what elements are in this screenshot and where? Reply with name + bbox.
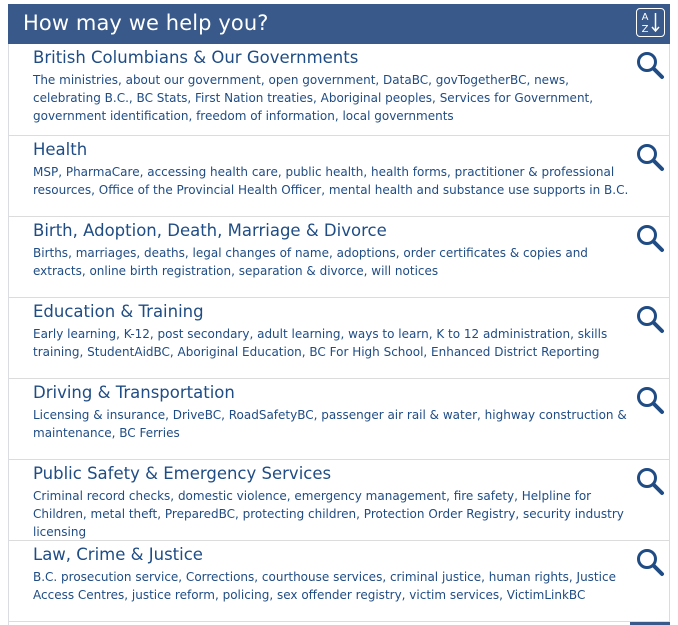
az-sort-button[interactable]: A Z: [636, 8, 665, 37]
category-title[interactable]: Health: [33, 140, 87, 160]
category-search-button[interactable]: [635, 547, 665, 577]
category-item: Driving & Transportation Licensing & ins…: [9, 379, 669, 460]
category-title[interactable]: Law, Crime & Justice: [33, 545, 203, 565]
category-title[interactable]: Driving & Transportation: [33, 383, 235, 403]
category-description: Early learning, K-12, post secondary, ad…: [33, 327, 608, 359]
category-description: MSP, PharmaCare, accessing health care, …: [33, 165, 629, 197]
category-search-button[interactable]: [635, 223, 665, 253]
page-title: How may we help you?: [23, 11, 269, 35]
az-sort-icon: A Z: [642, 12, 660, 35]
panel-header: How may we help you? A Z: [8, 4, 670, 44]
search-icon: [637, 225, 664, 252]
category-title[interactable]: Birth, Adoption, Death, Marriage & Divor…: [33, 221, 387, 241]
category-item: British Columbians & Our Governments The…: [9, 44, 669, 136]
sort-letter-a: A: [642, 12, 649, 23]
search-icon: [637, 52, 664, 79]
search-icon: [637, 306, 664, 333]
category-description: Licensing & insurance, DriveBC, RoadSafe…: [33, 408, 627, 440]
category-search-button[interactable]: [635, 304, 665, 334]
sort-letter-z: Z: [642, 24, 649, 35]
category-title[interactable]: Public Safety & Emergency Services: [33, 464, 331, 484]
category-search-button[interactable]: [635, 142, 665, 172]
category-search-button[interactable]: [635, 385, 665, 415]
help-panel: How may we help you? A Z British Columbi…: [8, 4, 670, 625]
category-item: Public Safety & Emergency Services Crimi…: [9, 460, 669, 541]
category-list: British Columbians & Our Governments The…: [9, 44, 669, 622]
category-item: Birth, Adoption, Death, Marriage & Divor…: [9, 217, 669, 298]
search-icon: [637, 549, 664, 576]
category-description: Births, marriages, deaths, legal changes…: [33, 246, 588, 278]
search-icon: [637, 144, 664, 171]
category-description: B.C. prosecution service, Corrections, c…: [33, 570, 616, 602]
category-item: Law, Crime & Justice B.C. prosecution se…: [9, 541, 669, 622]
search-icon: [637, 387, 664, 414]
category-description: The ministries, about our government, op…: [33, 73, 594, 123]
category-item: Health MSP, PharmaCare, accessing health…: [9, 136, 669, 217]
search-icon: [637, 468, 664, 495]
category-search-button[interactable]: [635, 466, 665, 496]
category-title[interactable]: British Columbians & Our Governments: [33, 48, 358, 68]
category-search-button[interactable]: [635, 50, 665, 80]
category-description: Criminal record checks, domestic violenc…: [33, 489, 624, 539]
category-title[interactable]: Education & Training: [33, 302, 204, 322]
category-item: Education & Training Early learning, K-1…: [9, 298, 669, 379]
